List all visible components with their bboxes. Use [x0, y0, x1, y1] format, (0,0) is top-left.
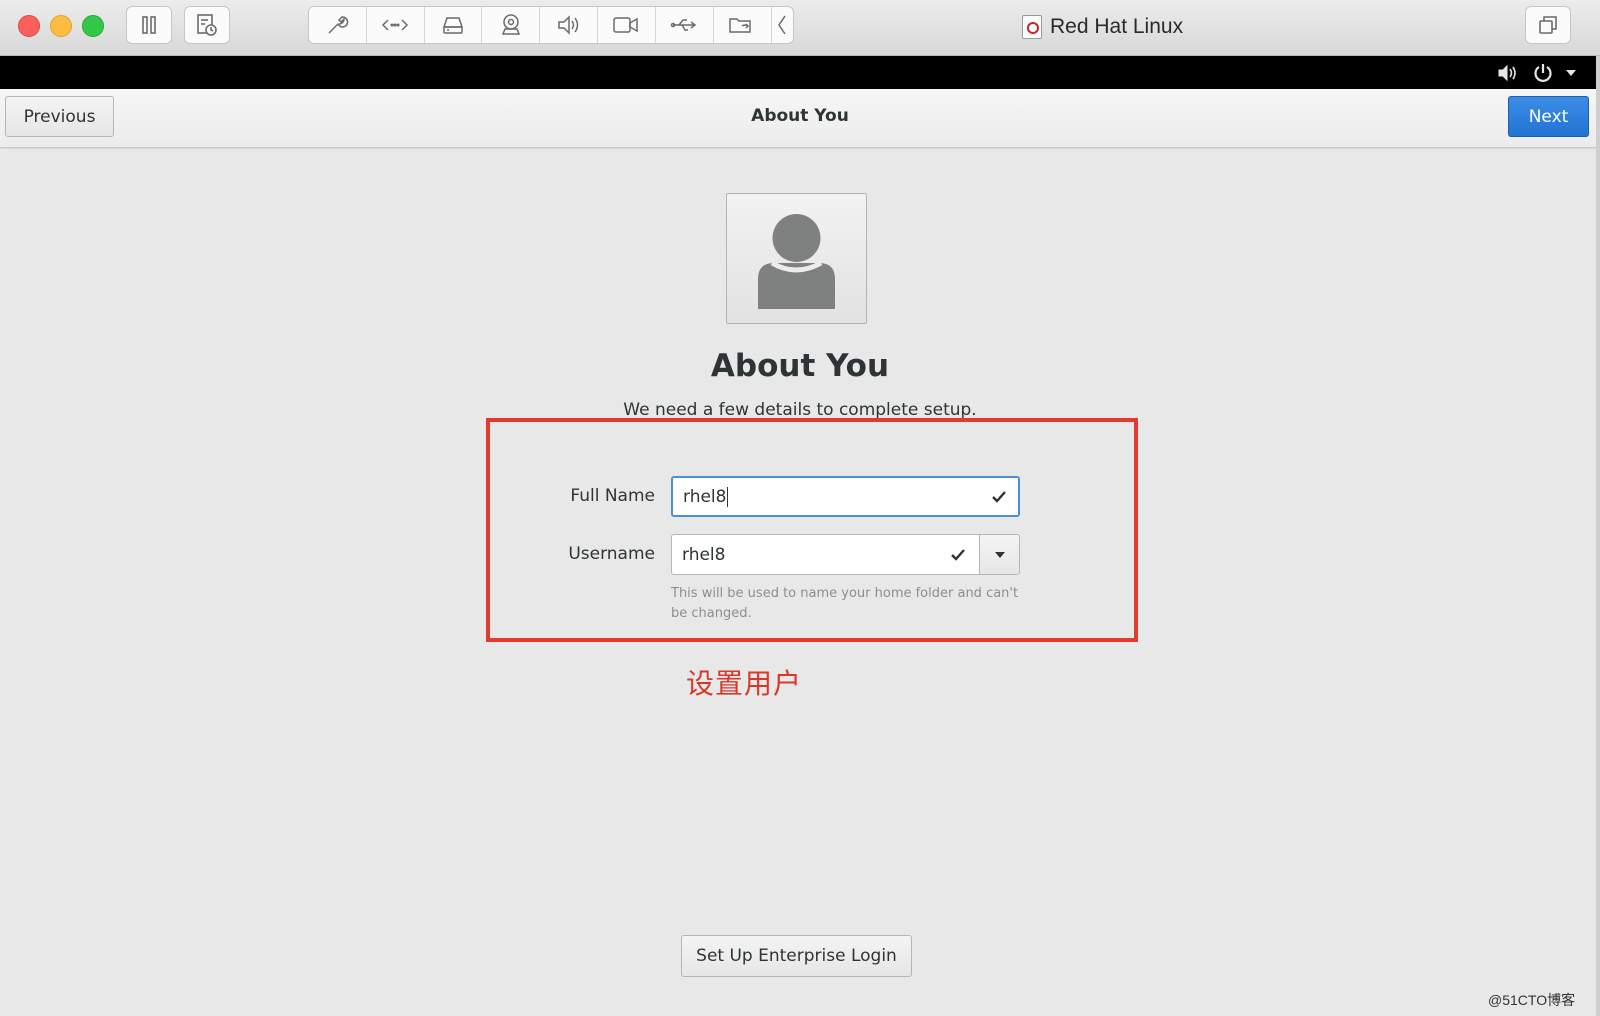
minimize-window-button[interactable]	[50, 15, 72, 37]
page-title: About You	[710, 348, 890, 384]
vm-device-toolbar	[308, 6, 794, 44]
avatar-button[interactable]	[726, 193, 867, 324]
fullscreen-button[interactable]	[1525, 6, 1571, 44]
usb-icon	[671, 19, 697, 31]
settings-wrench-icon	[328, 16, 349, 34]
snapshot-button[interactable]	[184, 6, 230, 44]
next-button[interactable]: Next	[1508, 96, 1589, 137]
window-title: Red Hat Linux	[1022, 12, 1183, 42]
header-title: About You	[751, 106, 849, 126]
page-subtitle: We need a few details to complete setup.	[623, 400, 977, 420]
snapshot-icon	[197, 14, 217, 36]
enterprise-login-button[interactable]: Set Up Enterprise Login	[681, 935, 912, 977]
settings-button[interactable]	[309, 7, 367, 43]
window-title-bar: Red Hat Linux	[0, 0, 1600, 56]
watermark: @51CTO博客	[1488, 992, 1576, 1008]
user-avatar-icon	[758, 214, 835, 309]
network-button[interactable]	[367, 7, 425, 43]
window-title-text: Red Hat Linux	[1050, 15, 1184, 38]
close-window-button[interactable]	[18, 15, 40, 37]
video-icon	[613, 17, 639, 33]
shared-folder-button[interactable]	[714, 7, 772, 43]
power-icon[interactable]	[1532, 62, 1554, 84]
hard-disk-icon	[442, 17, 464, 34]
camera-icon	[501, 14, 520, 35]
setup-header-bar: Previous About You Next	[0, 89, 1600, 148]
dropdown-arrow-icon[interactable]	[1564, 68, 1578, 78]
shared-folder-icon	[729, 18, 751, 33]
pause-icon	[142, 16, 156, 34]
usb-button[interactable]	[656, 7, 714, 43]
video-button[interactable]	[598, 7, 656, 43]
annotation-highlight-box	[486, 418, 1138, 642]
network-icon	[382, 19, 409, 31]
annotation-text: 设置用户	[686, 667, 803, 700]
previous-button[interactable]: Previous	[5, 96, 114, 137]
pause-button[interactable]	[126, 6, 172, 44]
maximize-window-button[interactable]	[82, 15, 104, 37]
sound-icon	[557, 15, 578, 35]
camera-button[interactable]	[482, 7, 541, 43]
sound-button[interactable]	[540, 7, 599, 43]
volume-icon[interactable]	[1497, 64, 1519, 82]
vm-document-icon	[1022, 15, 1042, 39]
fullscreen-icon	[1539, 16, 1557, 34]
collapse-chevron-icon	[778, 15, 786, 35]
window-edge	[1596, 56, 1600, 1016]
system-top-bar	[0, 56, 1600, 89]
collapse-toolbar-button[interactable]	[772, 7, 794, 43]
hard-disk-button[interactable]	[425, 7, 483, 43]
